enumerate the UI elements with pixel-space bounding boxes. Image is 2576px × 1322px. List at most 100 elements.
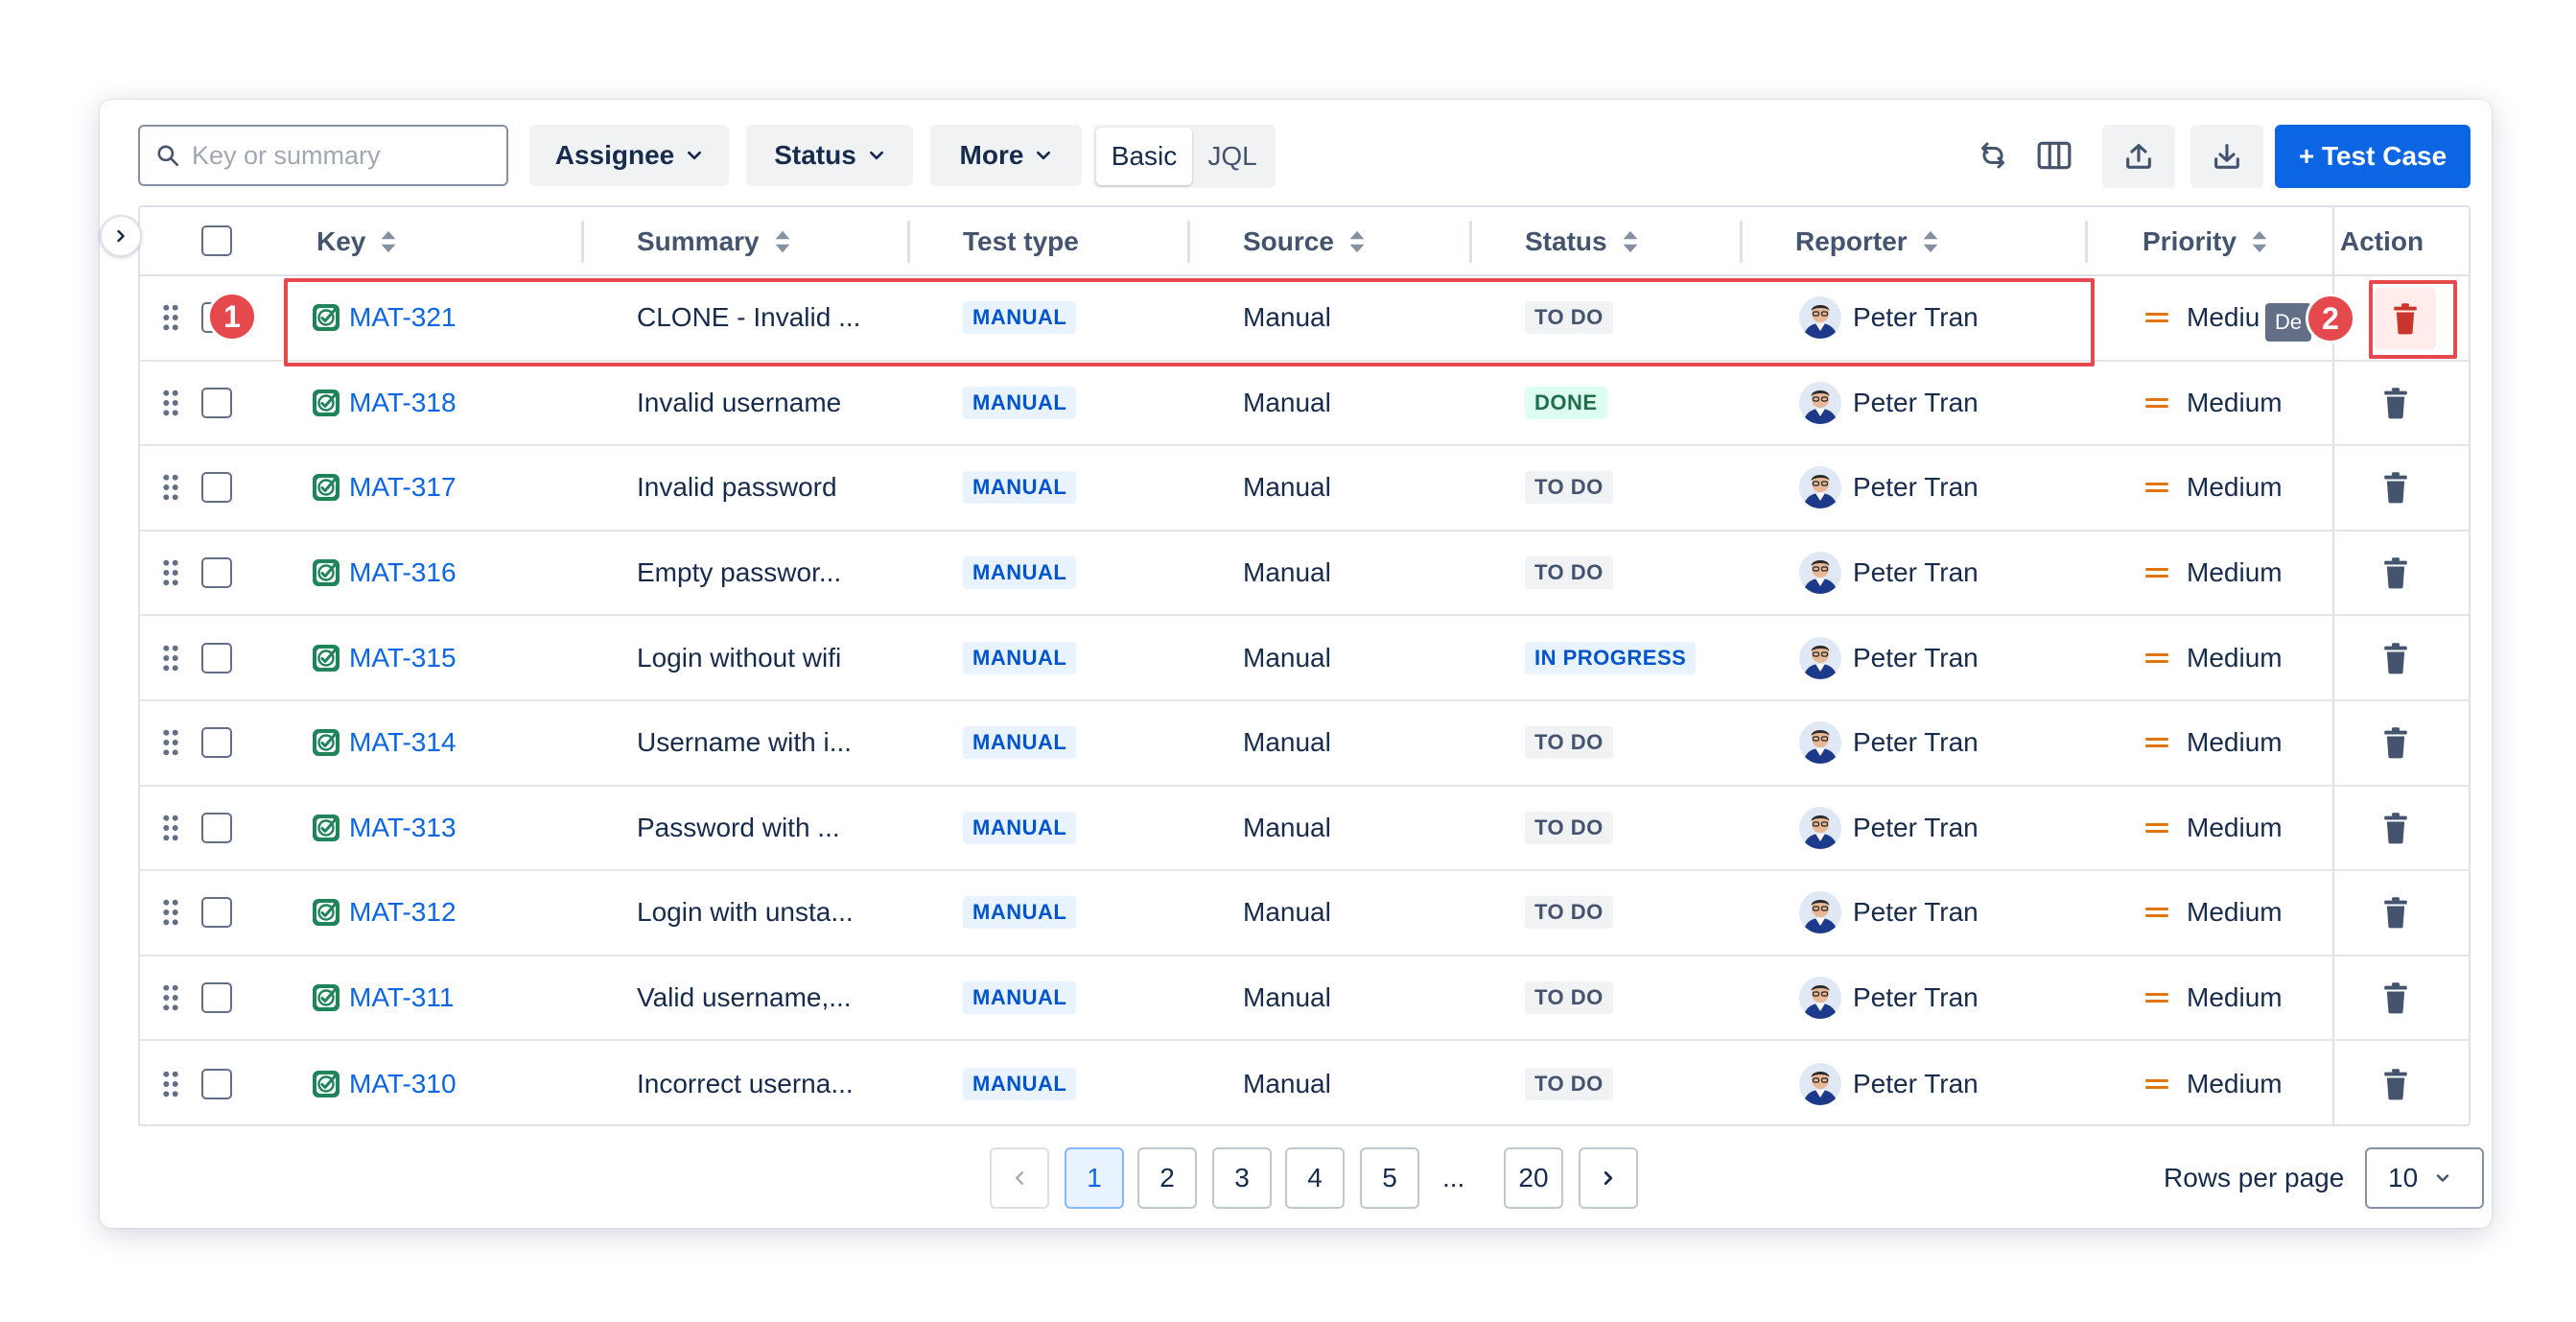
column-divider[interactable] xyxy=(1469,221,1472,263)
export-button[interactable] xyxy=(2102,125,2175,188)
issue-key-link[interactable]: MAT-312 xyxy=(349,897,457,928)
delete-button[interactable] xyxy=(2380,446,2411,530)
summary-cell[interactable]: Login with unsta... xyxy=(637,871,854,955)
assignee-filter-button[interactable]: Assignee xyxy=(529,125,729,186)
row-checkbox[interactable] xyxy=(201,982,232,1014)
table-row[interactable]: MAT-316 Empty passwor... MANUAL Manual T… xyxy=(140,531,2469,617)
column-divider[interactable] xyxy=(1740,221,1743,263)
issue-key-link[interactable]: MAT-317 xyxy=(349,472,457,503)
next-page-button[interactable] xyxy=(1579,1147,1638,1209)
table-row[interactable]: MAT-318 Invalid username MANUAL Manual D… xyxy=(140,362,2469,447)
delete-button[interactable] xyxy=(2380,362,2411,445)
select-all-checkbox[interactable] xyxy=(201,225,232,256)
status-lozenge[interactable]: TO DO xyxy=(1525,896,1613,930)
issue-key-link[interactable]: MAT-313 xyxy=(349,813,457,843)
column-header-key[interactable]: Key xyxy=(316,207,398,276)
status-lozenge[interactable]: TO DO xyxy=(1525,1067,1613,1100)
row-checkbox[interactable] xyxy=(201,557,232,589)
table-row[interactable]: MAT-311 Valid username,... MANUAL Manual… xyxy=(140,956,2469,1042)
column-header-reporter[interactable]: Reporter xyxy=(1795,207,1940,276)
page-button-2[interactable]: 2 xyxy=(1137,1147,1197,1209)
column-divider[interactable] xyxy=(2085,221,2088,263)
drag-handle[interactable] xyxy=(161,871,180,955)
page-button-3[interactable]: 3 xyxy=(1212,1147,1272,1209)
column-divider[interactable] xyxy=(907,221,910,263)
column-divider[interactable] xyxy=(1187,221,1190,263)
column-header-source[interactable]: Source xyxy=(1243,207,1367,276)
issue-key-link[interactable]: MAT-311 xyxy=(349,982,454,1013)
summary-cell[interactable]: Valid username,... xyxy=(637,956,852,1040)
delete-button[interactable] xyxy=(2380,787,2411,870)
columns-button[interactable] xyxy=(2031,132,2077,178)
search-input[interactable] xyxy=(192,140,480,171)
status-lozenge[interactable]: TO DO xyxy=(1525,726,1613,760)
summary-cell[interactable]: Incorrect userna... xyxy=(637,1041,854,1124)
drag-handle[interactable] xyxy=(161,701,180,785)
previous-page-button[interactable] xyxy=(990,1147,1049,1209)
search-box[interactable] xyxy=(138,125,508,186)
drag-handle[interactable] xyxy=(161,276,180,360)
summary-cell[interactable]: Username with i... xyxy=(637,701,852,785)
delete-button[interactable] xyxy=(2380,871,2411,955)
issue-key-link[interactable]: MAT-316 xyxy=(349,557,457,588)
column-header-priority[interactable]: Priority xyxy=(2143,207,2269,276)
more-filter-button[interactable]: More xyxy=(930,125,1082,186)
column-divider[interactable] xyxy=(581,221,584,263)
status-lozenge[interactable]: TO DO xyxy=(1525,556,1613,590)
row-checkbox[interactable] xyxy=(201,642,232,673)
table-row[interactable]: MAT-315 Login without wifi MANUAL Manual… xyxy=(140,616,2469,701)
delete-button[interactable] xyxy=(2380,956,2411,1040)
row-checkbox[interactable] xyxy=(201,812,232,843)
rows-per-page-select[interactable]: 10 xyxy=(2365,1147,2484,1209)
drag-handle[interactable] xyxy=(161,446,180,530)
summary-cell[interactable]: Password with ... xyxy=(637,787,840,870)
refresh-button[interactable] xyxy=(1970,132,2016,178)
status-lozenge[interactable]: IN PROGRESS xyxy=(1525,641,1697,674)
status-lozenge[interactable]: TO DO xyxy=(1525,471,1613,505)
row-checkbox[interactable] xyxy=(201,387,232,418)
delete-button[interactable] xyxy=(2380,616,2411,699)
drag-handle[interactable] xyxy=(161,956,180,1040)
issue-key-link[interactable]: MAT-314 xyxy=(349,727,457,758)
summary-cell[interactable]: Empty passwor... xyxy=(637,531,841,615)
toolbar: Assignee Status More Basic JQL + Test Ca… xyxy=(138,123,2471,188)
delete-button[interactable] xyxy=(2380,531,2411,615)
expand-sidebar-button[interactable] xyxy=(100,215,142,257)
page-button-1[interactable]: 1 xyxy=(1065,1147,1124,1209)
page-button-4[interactable]: 4 xyxy=(1285,1147,1345,1209)
table-row[interactable]: MAT-310 Incorrect userna... MANUAL Manua… xyxy=(140,1041,2469,1124)
table-row[interactable]: MAT-313 Password with ... MANUAL Manual … xyxy=(140,787,2469,872)
row-checkbox[interactable] xyxy=(201,897,232,929)
drag-handle[interactable] xyxy=(161,531,180,615)
column-header-summary[interactable]: Summary xyxy=(637,207,792,276)
delete-button[interactable] xyxy=(2380,701,2411,785)
summary-cell[interactable]: Invalid password xyxy=(637,446,837,530)
status-lozenge[interactable]: DONE xyxy=(1525,386,1607,419)
basic-mode-tab[interactable]: Basic xyxy=(1096,128,1192,185)
row-checkbox[interactable] xyxy=(201,727,232,759)
create-test-case-button[interactable]: + Test Case xyxy=(2275,125,2471,188)
jql-mode-tab[interactable]: JQL xyxy=(1192,128,1273,185)
status-lozenge[interactable]: TO DO xyxy=(1525,981,1613,1015)
page-button-last[interactable]: 20 xyxy=(1504,1147,1563,1209)
table-row[interactable]: MAT-312 Login with unsta... MANUAL Manua… xyxy=(140,871,2469,956)
table-row[interactable]: MAT-317 Invalid password MANUAL Manual T… xyxy=(140,446,2469,531)
summary-cell[interactable]: Invalid username xyxy=(637,362,841,445)
issue-key-link[interactable]: MAT-310 xyxy=(349,1069,457,1099)
summary-cell[interactable]: Login without wifi xyxy=(637,616,841,699)
column-header-status[interactable]: Status xyxy=(1525,207,1640,276)
status-lozenge[interactable]: TO DO xyxy=(1525,811,1613,844)
row-checkbox[interactable] xyxy=(201,472,232,504)
page-button-5[interactable]: 5 xyxy=(1360,1147,1419,1209)
status-filter-button[interactable]: Status xyxy=(746,125,913,186)
table-row[interactable]: MAT-314 Username with i... MANUAL Manual… xyxy=(140,701,2469,787)
drag-handle[interactable] xyxy=(161,616,180,699)
import-button[interactable] xyxy=(2190,125,2263,188)
drag-handle[interactable] xyxy=(161,787,180,870)
issue-key-link[interactable]: MAT-315 xyxy=(349,643,457,673)
delete-button[interactable] xyxy=(2380,1041,2411,1124)
drag-handle[interactable] xyxy=(161,362,180,445)
issue-key-link[interactable]: MAT-318 xyxy=(349,388,457,418)
drag-handle[interactable] xyxy=(161,1041,180,1124)
row-checkbox[interactable] xyxy=(201,1068,232,1099)
